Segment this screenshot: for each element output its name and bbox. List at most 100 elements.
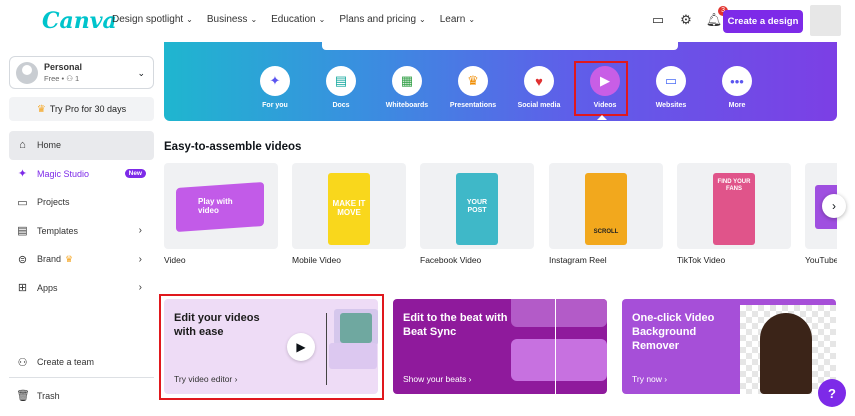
chevron-right-icon[interactable]: › (139, 254, 142, 265)
apps-icon: ⊞ (17, 282, 28, 295)
main-nav: Design spotlight ⌄ Business ⌄ Education ⌄ P… (112, 14, 475, 25)
nav-label: Business (206, 14, 248, 25)
chevron-down-icon: ⌄ (186, 15, 193, 24)
category-more[interactable]: ••• More (704, 66, 770, 109)
sidebar-item-apps[interactable]: ⊞ Apps › (9, 274, 154, 303)
trash-icon: 🗑︎ (16, 390, 30, 403)
video-card[interactable]: SCROLL Instagram Reel (549, 163, 663, 265)
category-icon: ▤ (326, 66, 356, 96)
new-badge: New (124, 168, 146, 178)
category-icon: ♥ (524, 66, 554, 96)
sidebar-item-label: Magic Studio (37, 168, 90, 179)
sidebar-item-label: Projects (37, 197, 70, 208)
tile-link[interactable]: Show your beats › (403, 374, 472, 384)
nav-label: Learn (439, 14, 466, 25)
user-avatar[interactable] (810, 5, 841, 36)
chevron-right-icon[interactable]: › (139, 225, 142, 236)
sidebar-item-trash[interactable]: 🗑︎ Trash (9, 382, 154, 411)
sidebar-item-label: Apps (37, 282, 58, 293)
tile-title: Edit to the beat with Beat Sync (403, 312, 508, 338)
category-whiteboards[interactable]: ▦ Whiteboards (374, 66, 440, 109)
category-for-you[interactable]: ✦ For you (242, 66, 308, 109)
category-label: Websites (655, 102, 687, 109)
templates-icon: ▤ (17, 225, 28, 238)
sidebar-item-label: Home (37, 140, 62, 151)
highlight-box (574, 61, 628, 116)
category-docs[interactable]: ▤ Docs (308, 66, 374, 109)
tile-link[interactable]: Try now › (632, 374, 667, 384)
category-label: Presentations (449, 102, 497, 109)
chevron-right-icon[interactable]: › (139, 282, 142, 293)
card-label: YouTube (805, 255, 837, 265)
category-label: Whiteboards (385, 102, 429, 109)
crown-icon: ♛ (36, 103, 46, 115)
try-pro-button[interactable]: ♛ Try Pro for 30 days (9, 97, 154, 121)
brand-icon: ⊜ (17, 253, 28, 266)
category-social-media[interactable]: ♥ Social media (506, 66, 572, 109)
sidebar-item-create-team[interactable]: ⚇ Create a team (9, 348, 154, 377)
create-design-button[interactable]: Create a design (723, 10, 803, 33)
sidebar-item-home[interactable]: ⌂ Home (9, 131, 154, 160)
nav-plans-pricing[interactable]: Plans and pricing ⌄ (339, 14, 425, 25)
crown-icon: ♛ (65, 253, 74, 264)
card-thumbnail: MAKE IT MOVE (292, 163, 406, 249)
account-switcher[interactable]: Personal Free • ⚇ 1 ⌄ (9, 56, 154, 89)
video-card[interactable]: Play with video Video (164, 163, 278, 265)
card-thumbnail: FIND YOUR FANS (677, 163, 791, 249)
nav-label: Plans and pricing (339, 14, 417, 25)
try-pro-label: Try Pro for 30 days (49, 104, 127, 114)
home-icon: ⌂ (19, 139, 26, 152)
settings-gear-icon[interactable]: ⚙ (678, 12, 694, 28)
card-label: Instagram Reel (549, 255, 607, 265)
card-label: Facebook Video (420, 255, 482, 265)
nav-design-spotlight[interactable]: Design spotlight ⌄ (112, 14, 193, 25)
thumb-text: YOUR POST (466, 199, 488, 214)
nav-learn[interactable]: Learn ⌄ (440, 14, 475, 25)
category-icon: ▭ (656, 66, 686, 96)
tile-beat-sync[interactable]: Edit to the beat with Beat Sync Show you… (393, 299, 607, 394)
sidebar-item-label: Create a team (37, 357, 95, 368)
video-card[interactable]: FIND YOUR FANS TikTok Video (677, 163, 791, 265)
account-avatar (16, 61, 38, 84)
tile-bg-remover[interactable]: One-click Video Background Remover Try n… (622, 299, 836, 394)
account-plan: Free • ⚇ 1 (44, 73, 80, 83)
canva-logo[interactable]: Canva (42, 8, 117, 34)
sidebar-item-projects[interactable]: ▭ Projects (9, 188, 154, 217)
notification-bell-icon[interactable]: 🔔︎3 (706, 6, 728, 28)
card-thumbnail: SCROLL (549, 163, 663, 249)
desktop-app-icon[interactable]: ▭ (650, 12, 666, 28)
help-button[interactable]: ? (818, 379, 846, 407)
category-label: More (728, 102, 746, 109)
chevron-down-icon: ⌄ (250, 15, 258, 24)
team-icon: ⚇ (17, 356, 28, 369)
category-banner: ✦ For you ▤ Docs ▦ Whiteboards ♛ Presentations ♥… (164, 40, 837, 121)
category-presentations[interactable]: ♛ Presentations (440, 66, 506, 109)
sidebar-item-magic-studio[interactable]: ✦ Magic Studio New (9, 160, 154, 189)
tile-title: One-click Video Background Remover (632, 312, 715, 352)
chevron-down-icon: ⌄ (318, 15, 326, 24)
carousel-next-button[interactable]: › (822, 194, 846, 218)
top-icons: ▭ ⚙ 🔔︎3 (650, 6, 728, 28)
video-card[interactable]: YOUR POST Facebook Video (420, 163, 534, 265)
category-websites[interactable]: ▭ Websites (638, 66, 704, 109)
sidebar-item-brand[interactable]: ⊜ Brand ♛ › (9, 245, 154, 274)
card-thumbnail: Play with video (164, 163, 278, 249)
nav-education[interactable]: Education ⌄ (271, 14, 325, 25)
nav-business[interactable]: Business ⌄ (207, 14, 257, 25)
search-bar[interactable] (322, 40, 678, 50)
sidebar-item-label: Trash (37, 390, 60, 401)
sparkle-icon: ✦ (17, 168, 28, 181)
thumb-text: SCROLL (593, 229, 619, 235)
highlight-box (159, 294, 384, 400)
chevron-down-icon: ⌄ (137, 68, 145, 78)
thumb-text: Play with video (198, 197, 233, 215)
sidebar: Personal Free • ⚇ 1 ⌄ ♛ Try Pro for 30 d… (0, 42, 162, 416)
video-card[interactable]: MAKE IT MOVE Mobile Video (292, 163, 406, 265)
chevron-down-icon: ⌄ (468, 15, 476, 24)
sidebar-item-templates[interactable]: ▤ Templates › (9, 217, 154, 246)
account-name: Personal (44, 61, 83, 72)
card-thumbnail: YOUR POST (420, 163, 534, 249)
card-label: Video (164, 255, 186, 265)
category-icon: ✦ (260, 66, 290, 96)
card-label: TikTok Video (677, 255, 726, 265)
